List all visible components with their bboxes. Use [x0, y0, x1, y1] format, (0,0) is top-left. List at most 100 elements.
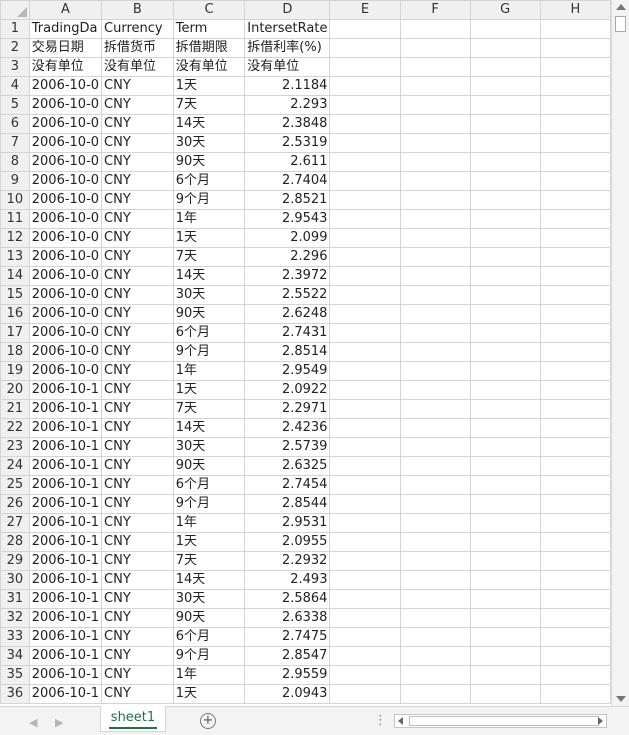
- cell-g21[interactable]: [469, 399, 541, 419]
- cell-h11[interactable]: [539, 209, 611, 229]
- cell-e29[interactable]: [329, 551, 401, 571]
- cell-f2[interactable]: [399, 38, 471, 58]
- scroll-up-arrow-icon[interactable]: [616, 4, 626, 10]
- cell-g32[interactable]: [469, 608, 541, 628]
- cell-e35[interactable]: [329, 665, 401, 685]
- cell-g28[interactable]: [469, 532, 541, 552]
- row-header[interactable]: 10: [0, 190, 30, 210]
- cell-e23[interactable]: [329, 437, 401, 457]
- cell-g26[interactable]: [469, 494, 541, 514]
- cell-b24[interactable]: CNY: [101, 456, 174, 476]
- row-header[interactable]: 30: [0, 570, 30, 590]
- cell-b33[interactable]: CNY: [101, 627, 174, 647]
- cell-c2[interactable]: 拆借期限: [172, 38, 246, 58]
- cell-d21[interactable]: 2.2971: [244, 399, 331, 419]
- row-header[interactable]: 32: [0, 608, 30, 628]
- cell-c3[interactable]: 没有单位: [172, 57, 246, 77]
- cell-e19[interactable]: [329, 361, 401, 381]
- row-header[interactable]: 2: [0, 38, 30, 58]
- cell-b27[interactable]: CNY: [101, 513, 174, 533]
- row-header[interactable]: 19: [0, 361, 30, 381]
- cell-d2[interactable]: 拆借利率(%): [244, 38, 331, 58]
- cell-f18[interactable]: [399, 342, 471, 362]
- cell-e16[interactable]: [329, 304, 401, 324]
- cell-e24[interactable]: [329, 456, 401, 476]
- horizontal-scrollbar[interactable]: [394, 714, 607, 728]
- cell-h23[interactable]: [539, 437, 611, 457]
- cell-d14[interactable]: 2.3972: [244, 266, 331, 286]
- cell-g13[interactable]: [469, 247, 541, 267]
- cell-d23[interactable]: 2.5739: [244, 437, 331, 457]
- cell-f34[interactable]: [399, 646, 471, 666]
- cell-h35[interactable]: [539, 665, 611, 685]
- cell-f6[interactable]: [399, 114, 471, 134]
- cell-g1[interactable]: [469, 19, 541, 39]
- cell-b30[interactable]: CNY: [101, 570, 174, 590]
- cell-f8[interactable]: [399, 152, 471, 172]
- cell-c1[interactable]: Term: [172, 19, 246, 39]
- cell-a30[interactable]: 2006-10-1: [28, 570, 103, 590]
- cell-h17[interactable]: [539, 323, 611, 343]
- cell-c18[interactable]: 9个月: [172, 342, 246, 362]
- cell-f14[interactable]: [399, 266, 471, 286]
- cell-e32[interactable]: [329, 608, 401, 628]
- cell-b22[interactable]: CNY: [101, 418, 174, 438]
- cell-a20[interactable]: 2006-10-1: [28, 380, 103, 400]
- cell-e17[interactable]: [329, 323, 401, 343]
- cell-c12[interactable]: 1天: [172, 228, 246, 248]
- cell-d28[interactable]: 2.0955: [244, 532, 331, 552]
- cell-c11[interactable]: 1年: [172, 209, 246, 229]
- cell-g4[interactable]: [469, 76, 541, 96]
- cell-d32[interactable]: 2.6338: [244, 608, 331, 628]
- cell-g36[interactable]: [469, 684, 541, 704]
- cell-f1[interactable]: [399, 19, 471, 39]
- cell-d15[interactable]: 2.5522: [244, 285, 331, 305]
- row-header[interactable]: 6: [0, 114, 30, 134]
- cell-a7[interactable]: 2006-10-0: [28, 133, 103, 153]
- cell-d19[interactable]: 2.9549: [244, 361, 331, 381]
- cell-f30[interactable]: [399, 570, 471, 590]
- cell-b13[interactable]: CNY: [101, 247, 174, 267]
- cell-e27[interactable]: [329, 513, 401, 533]
- row-header[interactable]: 16: [0, 304, 30, 324]
- row-header[interactable]: 3: [0, 57, 30, 77]
- cell-d25[interactable]: 2.7454: [244, 475, 331, 495]
- cell-h22[interactable]: [539, 418, 611, 438]
- cell-h30[interactable]: [539, 570, 611, 590]
- cell-h16[interactable]: [539, 304, 611, 324]
- cell-a8[interactable]: 2006-10-0: [28, 152, 103, 172]
- cell-g9[interactable]: [469, 171, 541, 191]
- cell-b28[interactable]: CNY: [101, 532, 174, 552]
- cell-b6[interactable]: CNY: [101, 114, 174, 134]
- cell-c13[interactable]: 7天: [172, 247, 246, 267]
- cell-d4[interactable]: 2.1184: [244, 76, 331, 96]
- cell-b2[interactable]: 拆借货币: [101, 38, 174, 58]
- cell-g20[interactable]: [469, 380, 541, 400]
- cell-e13[interactable]: [329, 247, 401, 267]
- cell-d8[interactable]: 2.611: [244, 152, 331, 172]
- cell-c36[interactable]: 1天: [172, 684, 246, 704]
- cell-h29[interactable]: [539, 551, 611, 571]
- cell-h28[interactable]: [539, 532, 611, 552]
- cell-a16[interactable]: 2006-10-0: [28, 304, 103, 324]
- cell-c8[interactable]: 90天: [172, 152, 246, 172]
- cell-b18[interactable]: CNY: [101, 342, 174, 362]
- cell-g12[interactable]: [469, 228, 541, 248]
- cell-f24[interactable]: [399, 456, 471, 476]
- row-header[interactable]: 12: [0, 228, 30, 248]
- cell-e25[interactable]: [329, 475, 401, 495]
- row-header[interactable]: 27: [0, 513, 30, 533]
- cell-e30[interactable]: [329, 570, 401, 590]
- column-header-g[interactable]: G: [469, 0, 541, 20]
- cell-e3[interactable]: [329, 57, 401, 77]
- cell-g7[interactable]: [469, 133, 541, 153]
- cell-f13[interactable]: [399, 247, 471, 267]
- cell-f33[interactable]: [399, 627, 471, 647]
- cell-d18[interactable]: 2.8514: [244, 342, 331, 362]
- cell-f23[interactable]: [399, 437, 471, 457]
- cell-a17[interactable]: 2006-10-0: [28, 323, 103, 343]
- cell-a4[interactable]: 2006-10-0: [28, 76, 103, 96]
- cell-h27[interactable]: [539, 513, 611, 533]
- select-all-corner[interactable]: [0, 0, 30, 20]
- horizontal-scroll-thumb[interactable]: [409, 716, 599, 726]
